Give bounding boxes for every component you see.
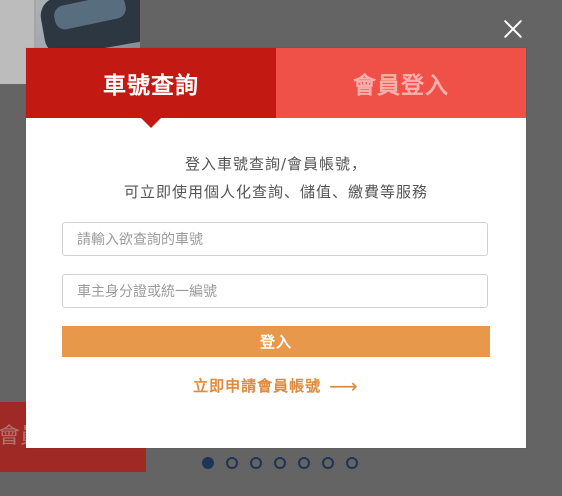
intro-text: 登入車號查詢/會員帳號， 可立即使用個人化查詢、儲值、繳費等服務	[26, 150, 526, 206]
arrow-right-icon: ⟶	[329, 374, 359, 398]
tab-member-login[interactable]: 會員登入	[276, 48, 526, 118]
carousel-pagination	[202, 457, 358, 469]
pagination-dot[interactable]	[322, 457, 334, 469]
apply-member-link[interactable]: 立即申請會員帳號 ⟶	[26, 375, 526, 396]
tab-plate-query[interactable]: 車號查詢	[26, 48, 276, 118]
pagination-dot[interactable]	[346, 457, 358, 469]
login-button[interactable]: 登入	[62, 326, 490, 357]
intro-line-2: 可立即使用個人化查詢、儲值、繳費等服務	[123, 183, 428, 201]
intro-line-1: 登入車號查詢/會員帳號，	[184, 155, 368, 173]
pagination-dot[interactable]	[298, 457, 310, 469]
owner-id-input[interactable]	[62, 274, 488, 308]
tab-member-login-label: 會員登入	[353, 73, 449, 99]
modal-tabs: 車號查詢 會員登入	[26, 48, 526, 128]
pagination-dot[interactable]	[250, 457, 262, 469]
pagination-dot[interactable]	[202, 457, 214, 469]
tab-plate-query-label: 車號查詢	[103, 73, 199, 99]
apply-member-link-label: 立即申請會員帳號	[193, 377, 322, 395]
active-tab-pointer	[141, 118, 161, 128]
login-modal: 車號查詢 會員登入 登入車號查詢/會員帳號， 可立即使用個人化查詢、儲值、繳費等…	[26, 48, 526, 448]
pagination-dot[interactable]	[226, 457, 238, 469]
pagination-dot[interactable]	[274, 457, 286, 469]
plate-number-input[interactable]	[62, 222, 488, 256]
close-icon[interactable]	[502, 18, 524, 40]
